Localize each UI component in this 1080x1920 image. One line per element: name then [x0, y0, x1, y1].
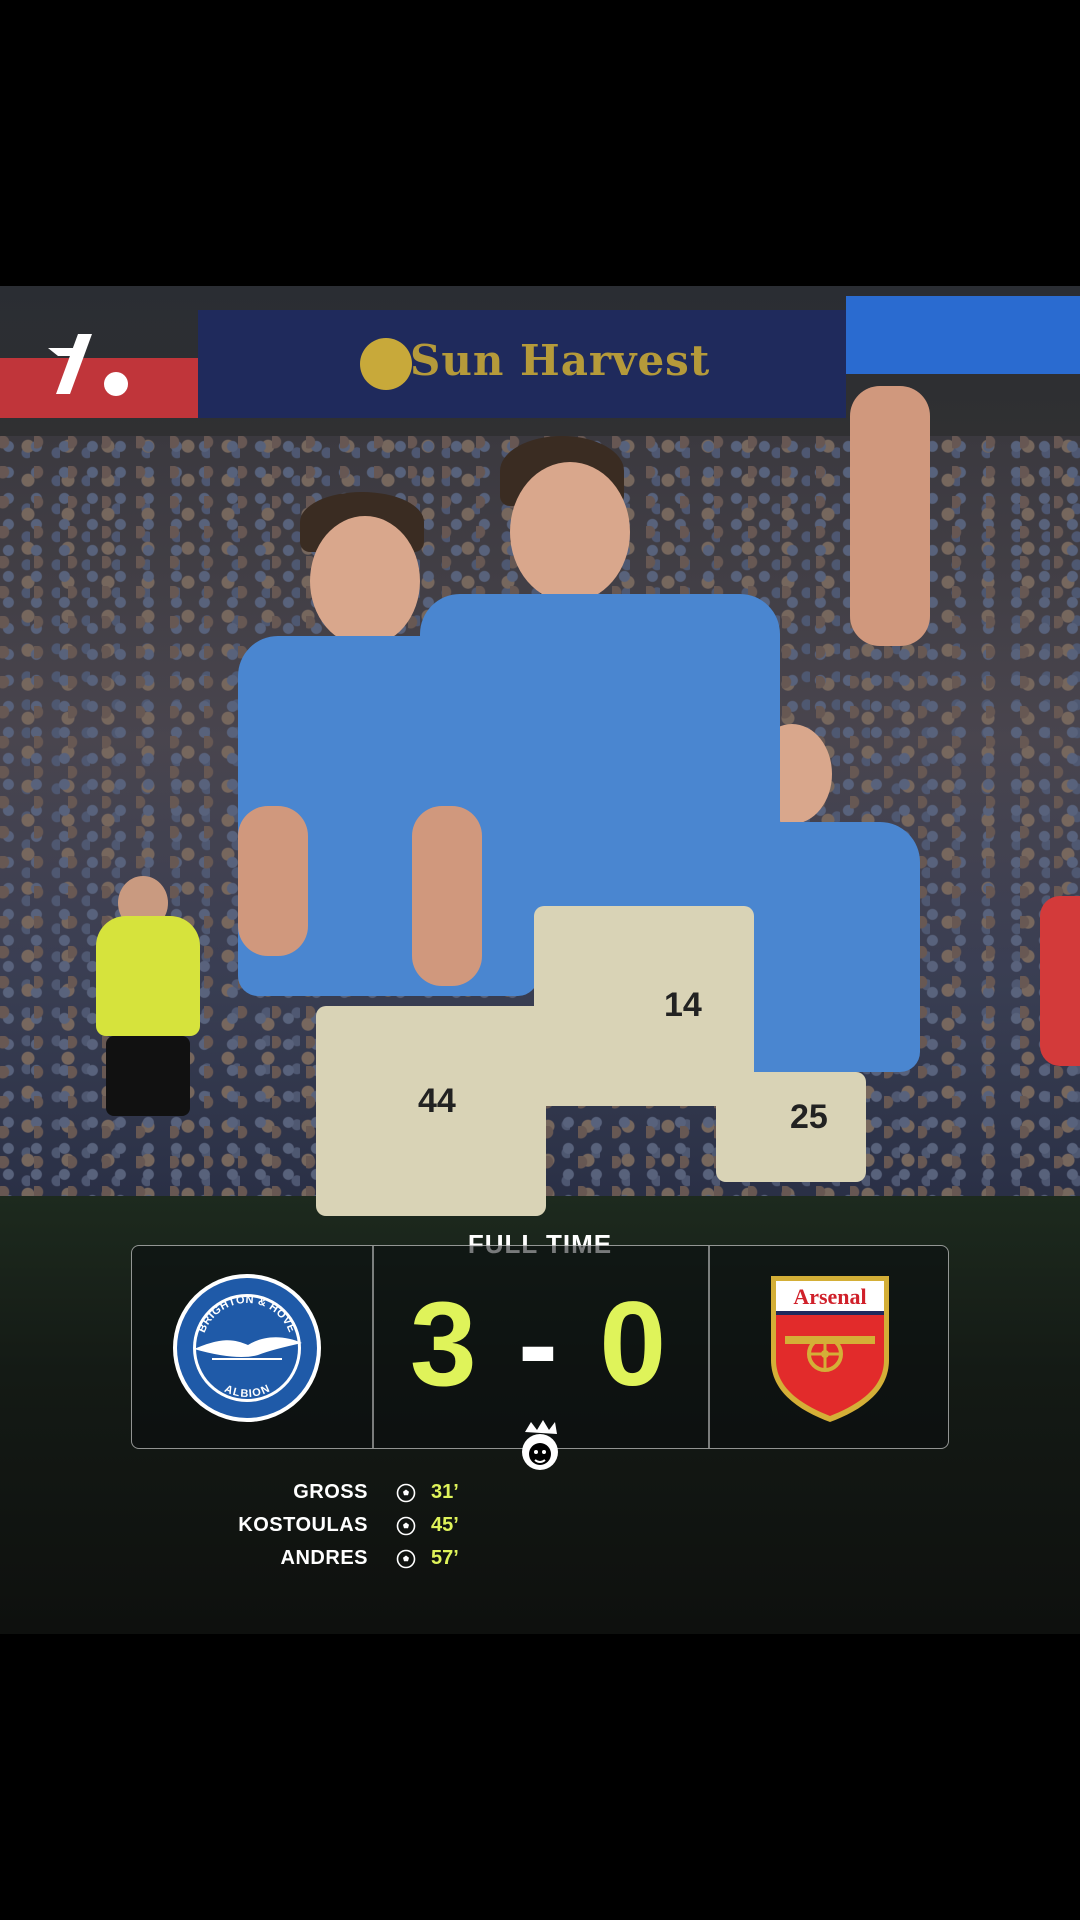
goal-minute: 31’	[431, 1481, 459, 1503]
final-score: 3 - 0	[372, 1274, 708, 1414]
football-icon	[396, 1483, 416, 1503]
scorer-name: KOSTOULAS	[238, 1514, 368, 1536]
scorer-name: ANDRES	[280, 1547, 368, 1569]
brand-watermark-icon	[48, 334, 128, 396]
football-icon	[396, 1516, 416, 1536]
arsenal-crest-icon: Arsenal	[771, 1276, 889, 1422]
referee-shorts	[106, 1036, 190, 1116]
scoreboard-divider-right	[708, 1246, 710, 1448]
scorer-row: GROSS 31’	[200, 1477, 500, 1510]
ad-board-blue	[846, 296, 1080, 374]
scorer-row: ANDRES 57’	[200, 1543, 500, 1576]
sponsor-board-text: Sun Harvest	[410, 336, 711, 385]
home-score: 3	[409, 1277, 481, 1411]
away-score: 0	[599, 1277, 671, 1411]
graphic-stage: Sun Harvest 44 25 14 FULL TIME BRIGHTON …	[0, 0, 1080, 1920]
goal-minute: 45’	[431, 1514, 459, 1536]
away-crest-text: Arsenal	[793, 1284, 866, 1309]
opponent-player	[1040, 896, 1080, 1066]
sponsor-logo-icon	[360, 338, 412, 390]
football-icon	[396, 1549, 416, 1569]
brighton-crest-icon: BRIGHTON & HOVE ALBION	[173, 1274, 321, 1422]
goal-scorers-list: GROSS 31’ KOSTOULAS 45’ ANDRES 57’	[200, 1477, 500, 1576]
score-separator: -	[518, 1277, 562, 1411]
goal-minute: 57’	[431, 1547, 459, 1569]
referee-shirt	[96, 916, 200, 1036]
stadium-ad-boards: Sun Harvest	[0, 296, 1080, 418]
scorer-row: KOSTOULAS 45’	[200, 1510, 500, 1543]
scorer-name: GROSS	[293, 1481, 368, 1503]
premier-league-lion-icon	[522, 1420, 558, 1470]
